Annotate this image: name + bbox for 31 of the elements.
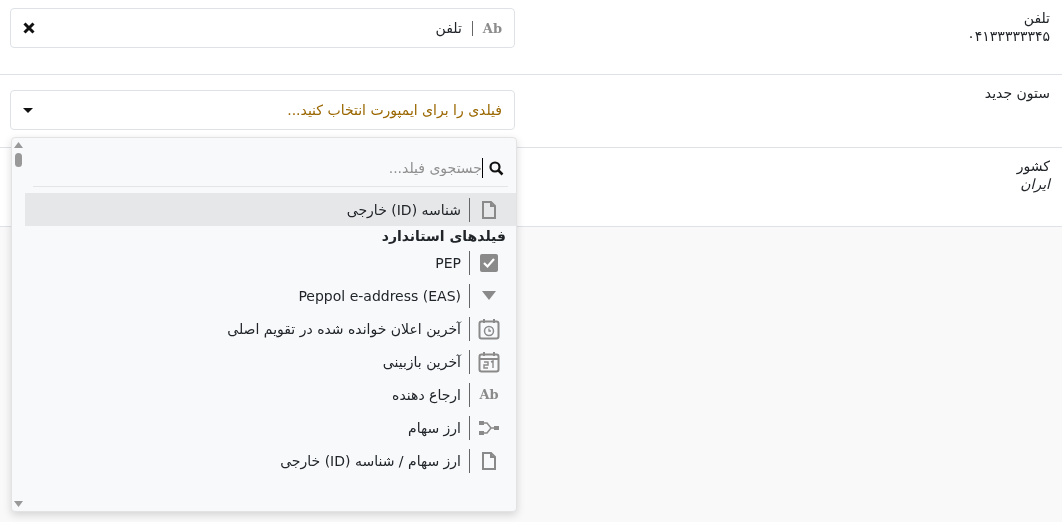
sample-value: ۰۴۱۳۳۳۳۳۳۴۵	[967, 28, 1050, 44]
group-header: فیلدهای استاندارد	[380, 227, 507, 246]
column-label: ستون جدید	[984, 85, 1050, 101]
text-type-icon: Ab	[479, 387, 499, 402]
select-placeholder: فیلدی را برای ایمپورت انتخاب کنید...	[286, 102, 502, 118]
document-icon	[481, 451, 497, 470]
field-option[interactable]: شناسه (ID) خارجی	[25, 193, 516, 226]
close-icon[interactable]	[23, 22, 35, 34]
column-label: کشور	[1016, 158, 1050, 174]
column-label: تلفن	[1023, 10, 1050, 26]
caret-icon	[482, 291, 496, 300]
scroll-down-icon[interactable]	[14, 501, 23, 507]
type-badge: Ab	[471, 20, 502, 36]
field-option[interactable]: آخرین بازبینی	[25, 345, 516, 378]
selected-field: تلفن	[45, 20, 462, 36]
field-option[interactable]: آخرین اعلان خوانده شده در تقویم اصلی	[25, 312, 516, 345]
caret-icon	[23, 107, 33, 113]
scrollbar-thumb[interactable]	[15, 153, 22, 167]
relation-icon	[478, 419, 500, 436]
field-option[interactable]: ارز سهام	[25, 411, 516, 444]
field-option[interactable]: ارز سهام / شناسه (ID) خارجی	[25, 444, 516, 477]
field-option[interactable]: PEP	[25, 246, 516, 279]
calendar-clock-icon	[478, 317, 500, 340]
search-field[interactable]: جستجوی فیلد...	[33, 158, 483, 178]
search-icon	[489, 160, 504, 176]
document-icon	[481, 200, 497, 219]
checkbox-icon	[480, 253, 498, 272]
field-select[interactable]: فیلدی را برای ایمپورت انتخاب کنید...	[10, 90, 515, 130]
calendar-icon	[478, 350, 500, 373]
field-option[interactable]: Peppol e-address (EAS)	[25, 279, 516, 312]
sample-value: ایران	[1020, 176, 1050, 192]
